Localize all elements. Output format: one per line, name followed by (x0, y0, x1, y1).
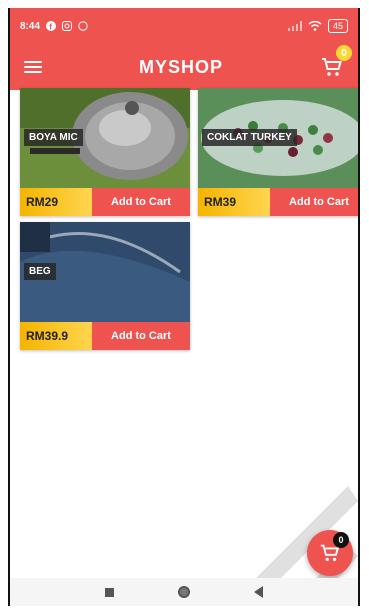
fab-cart-count-badge: 0 (333, 532, 349, 548)
status-time: 8:44 (20, 20, 41, 32)
product-card[interactable]: BEG RM39.9 Add to Cart (20, 222, 190, 350)
product-price: RM29 (20, 188, 92, 216)
product-price: RM39 (198, 188, 270, 216)
instagram-icon (62, 21, 73, 31)
cart-count-badge: 0 (335, 45, 352, 61)
add-to-cart-button[interactable]: Add to Cart (270, 188, 358, 216)
product-name-tag: BOYA MIC (24, 129, 83, 146)
product-card[interactable]: COKLAT TURKEY RM39 Add to Cart (198, 88, 358, 216)
app-bar: MYSHOP 0 (10, 44, 358, 90)
product-card[interactable]: BOYA MIC RM29 Add to Cart (20, 88, 190, 216)
product-name-tag: COKLAT TURKEY (202, 129, 297, 146)
status-bar: 8:44 f 45 (10, 8, 358, 44)
signal-icon (287, 21, 302, 31)
battery-indicator: 45 (327, 19, 348, 33)
home-button[interactable] (178, 586, 190, 598)
product-price: RM39.9 (20, 322, 92, 350)
wifi-icon (308, 21, 322, 31)
recents-button[interactable] (105, 587, 114, 597)
app-title: MYSHOP (138, 56, 223, 77)
cart-button[interactable]: 0 (320, 45, 352, 79)
phone-screen: 8:44 f 45 MYSHOP 0 BOYA MIC RM29 Add to … (8, 8, 360, 606)
system-nav-bar (10, 578, 358, 606)
product-name-tag: BEG (24, 263, 56, 280)
whatsapp-icon (78, 21, 88, 31)
svg-text:f: f (49, 23, 52, 32)
add-to-cart-button[interactable]: Add to Cart (92, 188, 190, 216)
floating-cart-button[interactable]: 0 (307, 530, 353, 576)
menu-icon[interactable] (24, 61, 42, 73)
back-button[interactable] (254, 586, 263, 598)
facebook-icon: f (46, 21, 57, 32)
add-to-cart-button[interactable]: Add to Cart (92, 322, 190, 350)
